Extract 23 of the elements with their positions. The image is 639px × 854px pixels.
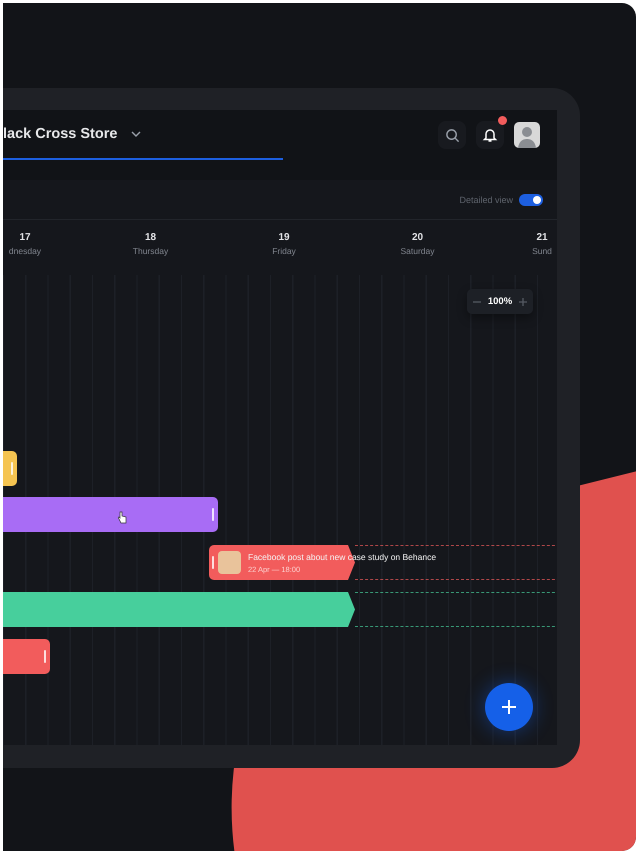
- toggle-label: Detailed view: [459, 194, 513, 204]
- add-button[interactable]: [485, 683, 533, 731]
- day-number: 17: [19, 232, 31, 243]
- plus-icon: [501, 699, 517, 715]
- day-number: 19: [278, 232, 290, 243]
- day-number: 20: [412, 232, 424, 243]
- day-number: 18: [144, 232, 156, 243]
- detailed-view-toggle[interactable]: [519, 194, 543, 206]
- day-number: 21: [536, 232, 548, 243]
- day-name: Thursday: [132, 246, 168, 256]
- day-name: Friday: [272, 246, 296, 256]
- hand-cursor-icon: [117, 511, 127, 524]
- notifications-button[interactable]: [476, 121, 504, 149]
- chevron-down-icon[interactable]: [131, 131, 142, 137]
- day-name: dnesday: [8, 246, 42, 256]
- photo-placeholder: [218, 551, 241, 574]
- day-name: Saturday: [400, 246, 435, 256]
- day-name: Sund: [532, 246, 552, 256]
- search-icon: [444, 128, 460, 142]
- zoom-value: 100%: [488, 296, 512, 307]
- search-button[interactable]: [438, 121, 466, 149]
- bell-icon: [482, 127, 498, 143]
- avatar-silhouette[interactable]: [514, 122, 540, 148]
